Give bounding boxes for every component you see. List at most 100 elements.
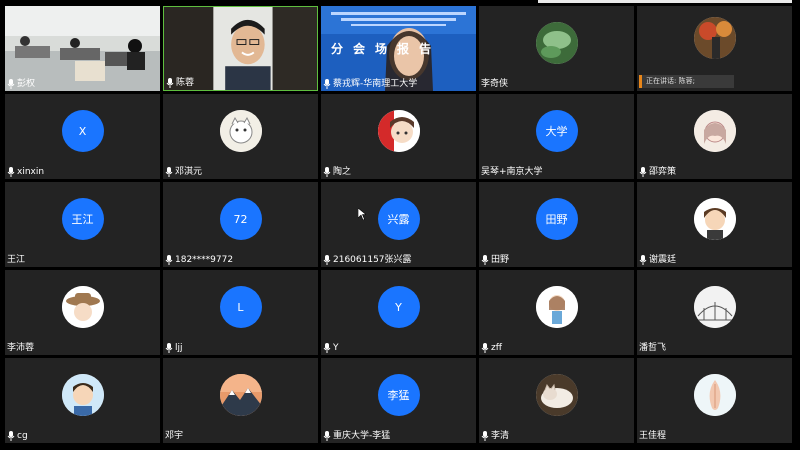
participant-tile[interactable]: cg bbox=[5, 358, 160, 443]
participant-tile[interactable]: 陈蓉 bbox=[163, 6, 318, 91]
participant-name-row: 邓淇元 bbox=[165, 166, 202, 178]
microphone-icon bbox=[323, 343, 331, 353]
microphone-icon bbox=[323, 167, 331, 177]
participant-tile[interactable]: 分会场报告 蔡戎辉-华南理工大学 bbox=[321, 6, 476, 91]
participant-tile[interactable]: 大学 吴琴+南京大学 bbox=[479, 94, 634, 179]
sleeping-cat-avatar bbox=[535, 374, 578, 417]
hat-girl-avatar bbox=[61, 286, 104, 329]
participant-tile[interactable]: zff bbox=[479, 270, 634, 355]
bridge-sketch-avatar bbox=[693, 286, 736, 329]
participant-name: 潘哲飞 bbox=[639, 343, 667, 353]
microphone-icon bbox=[165, 343, 173, 353]
microphone-icon bbox=[481, 343, 489, 353]
avatar: X bbox=[61, 110, 104, 153]
participant-name-row: 王佳程 bbox=[639, 430, 666, 442]
participant-tile[interactable]: X xinxin bbox=[5, 94, 160, 179]
participant-tile[interactable]: 谢震廷 bbox=[637, 182, 792, 267]
participant-name: 蔡戎辉-华南理工大学 bbox=[333, 79, 418, 89]
participant-tile[interactable]: L ljj bbox=[163, 270, 318, 355]
mountain-photo-avatar bbox=[219, 374, 262, 417]
participant-name: 182****9772 bbox=[175, 255, 234, 265]
participant-name: cg bbox=[17, 431, 28, 441]
participant-tile[interactable]: 彭权 bbox=[5, 6, 160, 91]
participant-tile[interactable]: 兴露 216061157张兴露 bbox=[321, 182, 476, 267]
participant-name: 李沛蓉 bbox=[7, 343, 35, 353]
participant-name-row: 李沛蓉 bbox=[7, 342, 34, 354]
mouse-cursor-icon bbox=[358, 208, 366, 220]
participant-name: 彭权 bbox=[17, 79, 36, 89]
participant-tile[interactable]: 陶之 bbox=[321, 94, 476, 179]
participant-name-row: 邵弈策 bbox=[639, 166, 676, 178]
microphone-icon bbox=[165, 255, 173, 265]
participant-name-row: 李奇侠 bbox=[481, 78, 508, 90]
participant-name: 田野 bbox=[491, 255, 510, 265]
participant-tile[interactable]: 李奇侠 bbox=[479, 6, 634, 91]
participant-name: 王江 bbox=[7, 255, 26, 265]
participant-name: xinxin bbox=[17, 167, 45, 177]
avatar: 田野 bbox=[535, 198, 578, 241]
avatar: 兴露 bbox=[377, 198, 420, 241]
participant-name: 王佳程 bbox=[639, 431, 667, 441]
participant-name-row: 谢震廷 bbox=[639, 254, 676, 266]
microphone-icon bbox=[323, 431, 331, 441]
participant-name-row: 邓宇 bbox=[165, 430, 183, 442]
participant-name-row: zff bbox=[481, 342, 502, 354]
active-speaker-indicator: 正在讲话: 陈蓉; bbox=[639, 75, 734, 88]
participant-tile[interactable]: 正在讲话: 陈蓉; bbox=[637, 6, 792, 91]
autumn-photo-avatar bbox=[693, 17, 736, 60]
participant-name: 邓宇 bbox=[165, 431, 184, 441]
participant-tile[interactable]: 田野 田野 bbox=[479, 182, 634, 267]
participant-name: 重庆大学-李猛 bbox=[333, 431, 391, 441]
sketch-girl-avatar bbox=[693, 110, 736, 153]
participant-name-row: 彭权 bbox=[7, 78, 35, 90]
participant-name-row: Y bbox=[323, 342, 339, 354]
participant-name-row: 田野 bbox=[481, 254, 509, 266]
anime-girl-avatar bbox=[377, 110, 420, 153]
participant-tile[interactable]: 李清 bbox=[479, 358, 634, 443]
seashell-avatar bbox=[693, 374, 736, 417]
microphone-icon bbox=[481, 431, 489, 441]
video-banner-text: 分会场报告 bbox=[331, 42, 442, 56]
participant-name-row: 王江 bbox=[7, 254, 25, 266]
participant-tile[interactable]: 邓宇 bbox=[163, 358, 318, 443]
participant-name-row: 216061157张兴露 bbox=[323, 254, 412, 266]
doll-girl-avatar bbox=[535, 286, 578, 329]
participant-name: 陶之 bbox=[333, 167, 352, 177]
participant-tile[interactable]: Y Y bbox=[321, 270, 476, 355]
avatar: 72 bbox=[219, 198, 262, 241]
participant-name: 陈蓉 bbox=[176, 78, 195, 88]
cartoon-boy-avatar bbox=[693, 198, 736, 241]
participant-tile[interactable]: 72 182****9772 bbox=[163, 182, 318, 267]
avatar: 大学 bbox=[535, 110, 578, 153]
participant-tile[interactable]: 李沛蓉 bbox=[5, 270, 160, 355]
top-bar bbox=[538, 0, 792, 3]
participant-tile[interactable]: 邓淇元 bbox=[163, 94, 318, 179]
participant-grid: 彭权 陈蓉 分会场报告 蔡戎辉-华南理工大学 李奇侠 正在讲话: 陈蓉; X x… bbox=[5, 6, 795, 446]
participant-tile[interactable]: 潘哲飞 bbox=[637, 270, 792, 355]
participant-name-row: 李清 bbox=[481, 430, 509, 442]
participant-name: 李奇侠 bbox=[481, 79, 509, 89]
participant-tile[interactable]: 李猛 重庆大学-李猛 bbox=[321, 358, 476, 443]
participant-tile[interactable]: 邵弈策 bbox=[637, 94, 792, 179]
participant-name: 谢震廷 bbox=[649, 255, 677, 265]
participant-tile[interactable]: 王佳程 bbox=[637, 358, 792, 443]
participant-name-row: 潘哲飞 bbox=[639, 342, 666, 354]
participant-name-row: ljj bbox=[165, 342, 183, 354]
microphone-icon bbox=[166, 78, 174, 88]
participant-name: 邵弈策 bbox=[649, 167, 677, 177]
avatar: 王江 bbox=[61, 198, 104, 241]
participant-name-row: 蔡戎辉-华南理工大学 bbox=[323, 78, 417, 90]
participant-name: ljj bbox=[175, 343, 183, 353]
microphone-icon bbox=[323, 79, 331, 89]
participant-name: 吴琴+南京大学 bbox=[481, 167, 543, 177]
participant-name-row: xinxin bbox=[7, 166, 44, 178]
participant-name-row: 重庆大学-李猛 bbox=[323, 430, 390, 442]
cartoon-man-avatar bbox=[61, 374, 104, 417]
participant-name-row: 陶之 bbox=[323, 166, 351, 178]
microphone-icon bbox=[481, 255, 489, 265]
participant-name-row: 陈蓉 bbox=[166, 77, 194, 89]
microphone-icon bbox=[639, 167, 647, 177]
participant-tile[interactable]: 王江 王江 bbox=[5, 182, 160, 267]
leaf-photo-avatar bbox=[535, 22, 578, 65]
participant-name-row: 182****9772 bbox=[165, 254, 233, 266]
